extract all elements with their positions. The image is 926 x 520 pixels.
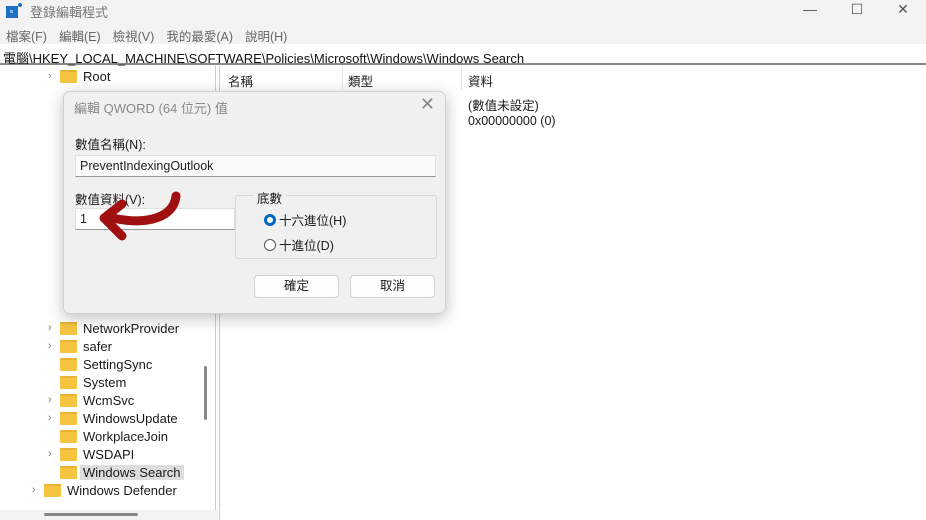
- tree-item[interactable]: › WindowsUpdate: [48, 409, 178, 427]
- tree-item[interactable]: SettingSync: [50, 355, 152, 373]
- menu-bar: 檔案(F) 編輯(E) 檢視(V) 我的最愛(A) 說明(H): [0, 22, 926, 44]
- dialog-title: 編輯 QWORD (64 位元) 值: [74, 101, 228, 116]
- value-name-label: 數值名稱(N):: [75, 138, 146, 152]
- menu-view[interactable]: 檢視(V): [107, 22, 161, 44]
- folder-icon: [60, 339, 77, 353]
- address-bar[interactable]: 電腦\HKEY_LOCAL_MACHINE\SOFTWARE\Policies\…: [0, 45, 926, 66]
- list-row-data[interactable]: (數值未設定): [468, 95, 539, 114]
- annotation-arrow-icon: [99, 191, 181, 241]
- value-name-field[interactable]: PreventIndexingOutlook: [75, 155, 436, 177]
- tree-item-selected[interactable]: Windows Search: [50, 463, 184, 481]
- folder-icon: [60, 321, 77, 335]
- window-title: 登錄編輯程式: [30, 5, 109, 20]
- tree-horizontal-scrollbar[interactable]: [44, 513, 138, 516]
- tree-item[interactable]: System: [50, 373, 126, 391]
- column-divider[interactable]: [342, 66, 343, 90]
- menu-help[interactable]: 說明(H): [239, 22, 293, 44]
- radio-unselected-icon: [264, 238, 276, 251]
- folder-icon: [60, 411, 77, 425]
- title-bar: 登錄編輯程式 — ☐ ✕: [0, 0, 926, 22]
- folder-icon: [60, 357, 77, 371]
- tree-item[interactable]: › WcmSvc: [48, 391, 134, 409]
- maximize-button[interactable]: ☐: [834, 0, 880, 20]
- tree-item[interactable]: › Root: [48, 67, 110, 85]
- folder-icon: [60, 429, 77, 443]
- menu-edit[interactable]: 編輯(E): [53, 22, 107, 44]
- folder-icon: [60, 375, 77, 389]
- column-name[interactable]: 名稱: [228, 71, 253, 90]
- list-row-data[interactable]: 0x00000000 (0): [468, 114, 556, 128]
- folder-icon: [60, 465, 77, 479]
- dialog-close-icon[interactable]: ✕: [420, 94, 435, 115]
- folder-icon: [60, 393, 77, 407]
- column-data[interactable]: 資料: [468, 71, 493, 90]
- ok-button[interactable]: 確定: [254, 275, 339, 298]
- regedit-icon: [6, 3, 22, 18]
- minimize-button[interactable]: —: [787, 0, 833, 20]
- menu-file[interactable]: 檔案(F): [0, 22, 53, 44]
- cancel-button[interactable]: 取消: [350, 275, 435, 298]
- folder-icon: [44, 483, 61, 497]
- base-label: 底數: [254, 188, 286, 207]
- tree-scrollbar[interactable]: [204, 366, 207, 420]
- radio-decimal[interactable]: 十進位(D): [264, 235, 334, 254]
- tree-item[interactable]: › safer: [48, 337, 112, 355]
- menu-favorites[interactable]: 我的最愛(A): [160, 22, 239, 44]
- tree-item[interactable]: WorkplaceJoin: [50, 427, 168, 445]
- tree-item[interactable]: › Windows Defender: [32, 481, 177, 499]
- folder-icon: [60, 447, 77, 461]
- tree-item[interactable]: › NetworkProvider: [48, 319, 179, 337]
- close-button[interactable]: ✕: [880, 0, 926, 20]
- column-type[interactable]: 類型: [348, 71, 373, 90]
- radio-hex[interactable]: 十六進位(H): [264, 210, 346, 229]
- radio-selected-icon: [264, 213, 276, 226]
- column-divider[interactable]: [461, 66, 462, 90]
- folder-icon: [60, 69, 77, 83]
- tree-item[interactable]: › WSDAPI: [48, 445, 134, 463]
